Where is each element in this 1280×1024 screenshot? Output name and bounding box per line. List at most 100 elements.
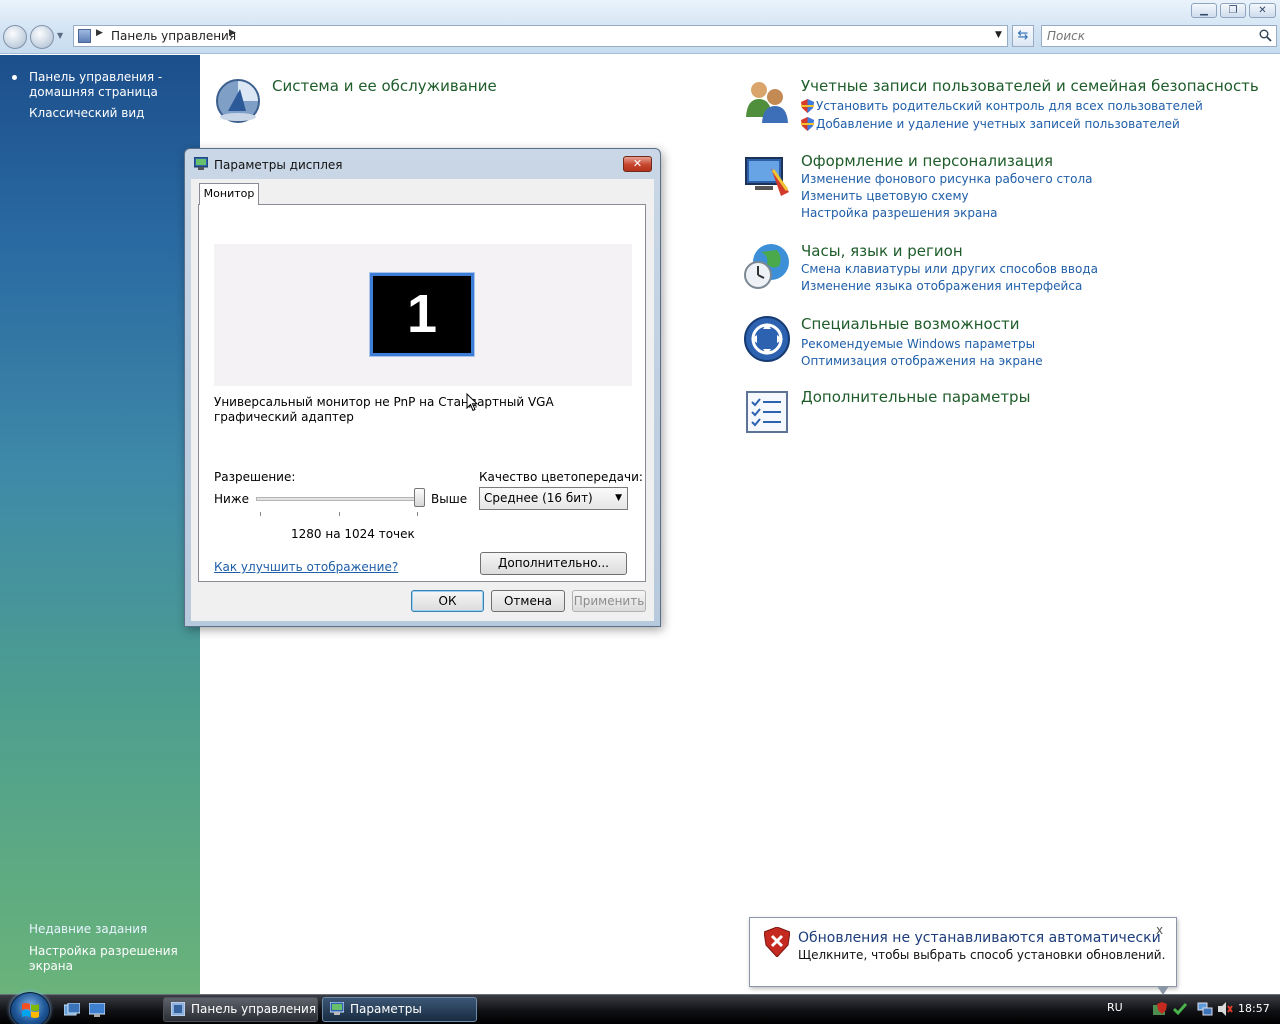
start-button[interactable] [10,992,50,1024]
control-panel-home-link[interactable]: Панель управления - домашняя страница [29,70,189,100]
switch-windows-icon[interactable] [64,1003,80,1017]
slider-low-label: Ниже [214,492,250,506]
window-header: ▁ ❐ ✕ ▼ ▶ Панель управления ▶ ▼ ⇆ [0,0,1280,54]
color-quality-select[interactable]: Среднее (16 бит) ▼ [479,487,628,510]
control-panel-icon [78,29,91,43]
bullet-icon [12,75,17,80]
left-task-pane: Панель управления - домашняя страница Кл… [0,55,200,994]
cancel-button[interactable]: Отмена [491,590,565,612]
screen-resolution-link[interactable]: Настройка разрешения экрана [801,206,998,220]
control-panel-icon [171,1002,185,1016]
additional-options-icon[interactable] [743,388,791,436]
breadcrumb-arrow-icon[interactable]: ▶ [229,28,236,38]
breadcrumb-arrow-icon[interactable]: ▶ [96,28,103,38]
language-indicator[interactable]: RU [1107,1001,1123,1014]
recommended-settings-link[interactable]: Рекомендуемые Windows параметры [801,337,1035,351]
apply-button[interactable]: Применить [572,590,646,612]
update-tray-icon[interactable] [1172,1001,1188,1017]
shield-icon [801,117,814,131]
add-remove-accounts-link[interactable]: Добавление и удаление учетных записей по… [816,117,1180,131]
display-settings-icon [330,1002,344,1015]
clock-globe-icon[interactable] [743,242,791,290]
history-dropdown-icon[interactable]: ▼ [57,31,63,40]
category-title[interactable]: Часы, язык и регион [801,242,963,260]
advanced-settings-button[interactable]: Дополнительно... [480,552,627,575]
appearance-icon[interactable] [743,152,791,200]
notification-text: Щелкните, чтобы выбрать способ установки… [798,948,1166,962]
category-title[interactable]: Дополнительные параметры [801,388,1030,406]
slider-tick [339,512,340,516]
close-icon: ✕ [632,157,643,170]
dialog-close-button[interactable]: ✕ [623,156,652,172]
ease-of-access-icon[interactable] [743,315,791,363]
tab-page-monitor: 1 Универсальный монитор не PnP на Станда… [198,204,646,582]
color-quality-label: Качество цветопередачи: [479,470,643,484]
resolution-value: 1280 на 1024 точек [291,527,415,541]
dialog-title: Параметры дисплея [214,158,343,172]
refresh-button[interactable]: ⇆ [1012,25,1034,47]
optimize-display-link[interactable]: Оптимизация отображения на экране [801,354,1043,368]
forward-button[interactable] [30,25,54,49]
tab-monitor[interactable]: Монитор [199,183,259,205]
taskbar: Панель управления Параметры дисплея RU 1… [0,992,1280,1024]
minimize-button[interactable]: ▁ [1191,3,1217,18]
security-center-tray-icon[interactable] [1152,1001,1168,1017]
help-link[interactable]: Как улучшить отображение? [214,560,398,574]
address-dropdown-icon[interactable]: ▼ [995,30,1002,40]
change-background-link[interactable]: Изменение фонового рисунка рабочего стол… [801,172,1093,186]
minimize-icon: ▁ [1200,5,1208,16]
parental-controls-link[interactable]: Установить родительский контроль для все… [816,99,1203,113]
search-box[interactable] [1041,25,1277,47]
change-display-language-link[interactable]: Изменение языка отображения интерфейса [801,279,1082,293]
restore-icon: ❐ [1228,5,1238,16]
show-desktop-icon[interactable] [89,1003,105,1017]
slider-high-label: Выше [431,492,468,506]
slider-tick [260,512,261,516]
display-settings-icon [194,157,208,170]
shield-icon [801,99,814,113]
category-title[interactable]: Оформление и персонализация [801,152,1053,170]
resolution-slider-track[interactable] [256,497,421,501]
back-button[interactable] [3,25,27,49]
notification-close-button[interactable]: x [1156,923,1163,937]
category-title[interactable]: Учетные записи пользователей и семейная … [801,77,1259,95]
monitor-description: Универсальный монитор не PnP на Стандарт… [214,395,554,424]
user-accounts-icon[interactable] [743,77,791,125]
dialog-body: Монитор 1 Универсальный монитор не PnP н… [191,179,654,621]
taskbar-button-control-panel[interactable]: Панель управления [163,997,318,1022]
volume-muted-icon[interactable] [1217,1001,1233,1017]
classic-view-link[interactable]: Классический вид [29,106,144,121]
close-button[interactable]: ✕ [1249,3,1276,18]
resolution-slider-thumb[interactable] [414,488,425,507]
network-icon[interactable] [1197,1001,1213,1017]
close-icon: ✕ [1258,5,1267,16]
maximize-button[interactable]: ❐ [1220,3,1246,18]
monitor-number: 1 [406,284,438,344]
search-icon[interactable] [1259,29,1272,42]
clock[interactable]: 18:57 [1238,1002,1270,1015]
search-input[interactable] [1047,29,1252,43]
resolution-label: Разрешение: [214,470,296,484]
display-settings-dialog: Параметры дисплея ✕ Монитор 1 Универсаль… [184,148,661,627]
notification-title: Обновления не устанавливаются автоматиче… [798,930,1161,946]
windows-logo-icon [22,1003,39,1018]
chevron-down-icon: ▼ [615,493,622,503]
category-title[interactable]: Система и ее обслуживание [272,77,497,95]
taskbar-button-label: Параметры дисплея [350,1002,422,1016]
change-keyboard-link[interactable]: Смена клавиатуры или других способов вво… [801,262,1098,276]
recent-tasks-heading: Недавние задания [29,922,148,936]
category-title[interactable]: Специальные возможности [801,315,1019,333]
taskbar-button-display-settings[interactable]: Параметры дисплея [322,997,477,1022]
color-quality-value: Среднее (16 бит) [484,491,593,505]
address-bar[interactable]: ▶ Панель управления ▶ ▼ [73,25,1008,47]
security-warning-shield-icon [764,927,790,957]
update-notification[interactable]: Обновления не устанавливаются автоматиче… [749,917,1177,995]
breadcrumb-control-panel[interactable]: Панель управления [111,29,236,43]
recent-task-screen-resolution-link[interactable]: Настройка разрешения экрана [29,944,179,974]
mouse-cursor-icon [466,393,478,412]
monitor-1[interactable]: 1 [369,272,475,357]
slider-tick [417,512,418,516]
ok-button[interactable]: ОК [411,590,484,612]
system-maintenance-icon[interactable] [214,77,262,125]
change-color-scheme-link[interactable]: Изменить цветовую схему [801,189,969,203]
